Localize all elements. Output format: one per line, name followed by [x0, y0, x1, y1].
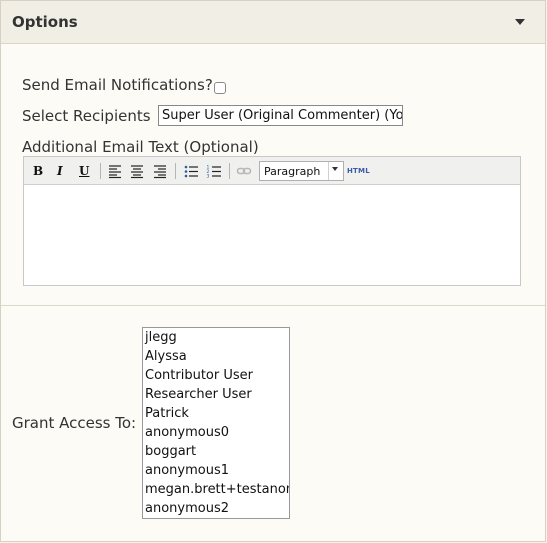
grant-access-label: Grant Access To: — [12, 414, 137, 432]
list-item[interactable]: Researcher User — [143, 385, 289, 404]
bold-button[interactable]: B — [33, 164, 43, 178]
list-item[interactable]: Contributor User — [143, 366, 289, 385]
chevron-down-icon — [332, 167, 338, 171]
format-select-arrow-box — [328, 162, 343, 180]
italic-button[interactable]: I — [57, 164, 63, 178]
editor-toolbar: B I U 123 Paragraph HTML — [24, 157, 520, 185]
list-item[interactable]: anonymous2 — [143, 499, 289, 518]
align-left-icon[interactable] — [107, 163, 123, 179]
options-panel: Options Send Email Notifications? Select… — [0, 0, 546, 542]
panel-title: Options — [12, 13, 78, 31]
align-right-icon[interactable] — [152, 163, 168, 179]
list-item[interactable]: anonymous1 — [143, 461, 289, 480]
list-item[interactable]: Patrick — [143, 404, 289, 423]
send-notifications-checkbox[interactable] — [214, 82, 226, 94]
html-source-button[interactable]: HTML — [347, 167, 370, 175]
list-item[interactable]: anonymous0 — [143, 423, 289, 442]
numbered-list-icon[interactable]: 123 — [206, 163, 222, 179]
list-item[interactable]: Alyssa — [143, 347, 289, 366]
svg-text:3: 3 — [207, 174, 210, 180]
options-header[interactable]: Options — [1, 1, 545, 44]
grant-access-listbox[interactable]: jlegg Alyssa Contributor User Researcher… — [142, 327, 290, 519]
bullet-list-icon[interactable] — [183, 163, 199, 179]
email-section: Send Email Notifications? Select Recipie… — [1, 45, 545, 306]
list-item[interactable]: jlegg — [143, 328, 289, 347]
align-center-icon[interactable] — [129, 163, 145, 179]
toolbar-separator — [229, 163, 230, 179]
additional-text-label: Additional Email Text (Optional) — [22, 138, 259, 156]
send-notifications-label: Send Email Notifications? — [22, 76, 213, 94]
editor-body[interactable] — [24, 186, 520, 285]
underline-button[interactable]: U — [79, 164, 89, 178]
select-recipients-label: Select Recipients — [22, 107, 151, 125]
caret-down-icon[interactable] — [515, 19, 525, 25]
list-item[interactable]: boggart — [143, 442, 289, 461]
grant-access-section: Grant Access To: jlegg Alyssa Contributo… — [1, 307, 545, 541]
recipients-field[interactable]: Super User (Original Commenter) (You) — [158, 105, 403, 126]
link-icon[interactable] — [236, 163, 252, 179]
toolbar-separator — [100, 163, 101, 179]
rich-text-editor: B I U 123 Paragraph HTML — [23, 156, 521, 286]
toolbar-separator — [175, 163, 176, 179]
list-item[interactable]: megan.brett+testanon — [143, 480, 289, 499]
